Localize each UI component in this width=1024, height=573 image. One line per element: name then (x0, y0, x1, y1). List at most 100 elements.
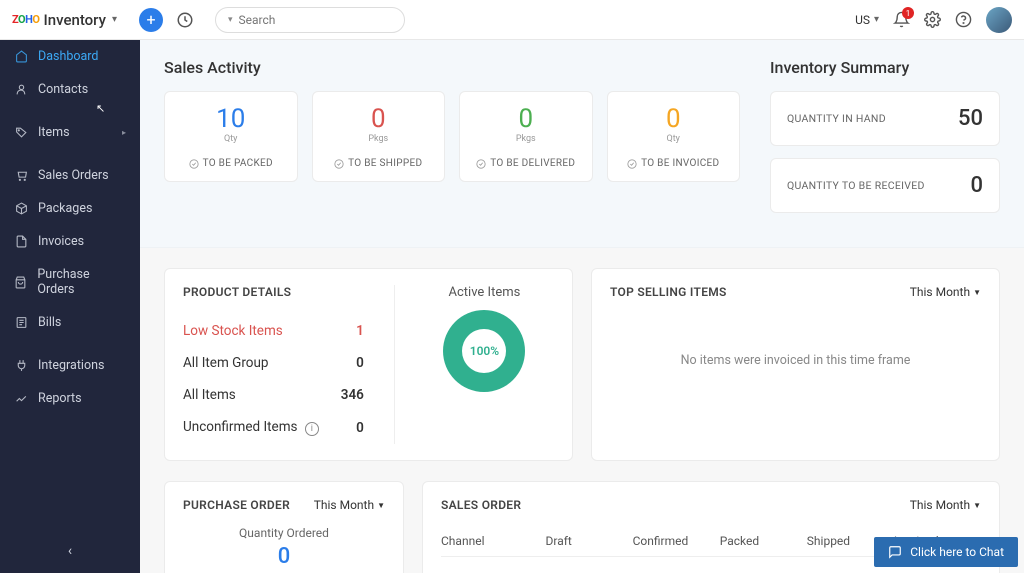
sidebar-item-invoices[interactable]: Invoices (0, 225, 140, 258)
sidebar-item-packages[interactable]: Packages (0, 192, 140, 225)
sidebar-item-dashboard[interactable]: Dashboard (0, 40, 140, 73)
home-icon (14, 50, 28, 63)
panel-title: PURCHASE ORDER (183, 498, 290, 512)
inventory-summary-title: Inventory Summary (770, 58, 1000, 77)
purchase-order-panel: PURCHASE ORDER This Month▼ Quantity Orde… (164, 481, 404, 573)
sidebar-item-label: Integrations (38, 358, 104, 373)
plug-icon (14, 359, 28, 372)
hero-section: Sales Activity 10 Qty TO BE PACKED 0 Pkg… (140, 40, 1024, 248)
sidebar-collapse-button[interactable]: ‹ (0, 537, 140, 565)
sidebar-item-sales-orders[interactable]: Sales Orders (0, 159, 140, 192)
sidebar-item-purchase-orders[interactable]: Purchase Orders (0, 258, 140, 306)
quick-create-button[interactable]: + (139, 8, 163, 32)
recent-history-button[interactable] (173, 8, 197, 32)
col-packed: Packed (720, 534, 807, 548)
item-group-row[interactable]: All Item Group 0 (183, 347, 364, 379)
check-circle-icon (334, 159, 344, 169)
activity-unit: Pkgs (321, 134, 437, 144)
activity-card-to-be-invoiced[interactable]: 0 Qty TO BE INVOICED (607, 91, 741, 182)
bag-icon (14, 276, 27, 289)
sidebar-item-contacts[interactable]: Contacts (0, 73, 140, 106)
inventory-qty-in-hand: QUANTITY IN HAND 50 (770, 91, 1000, 146)
info-icon[interactable]: i (305, 422, 319, 436)
chevron-down-icon: ▾ (112, 14, 117, 25)
low-stock-row[interactable]: Low Stock Items 1 (183, 315, 364, 347)
caret-down-icon: ▼ (377, 501, 385, 510)
package-icon (14, 202, 28, 215)
activity-card-to-be-shipped[interactable]: 0 Pkgs TO BE SHIPPED (312, 91, 446, 182)
help-button[interactable] (955, 11, 972, 28)
activity-unit: Qty (616, 134, 732, 144)
cart-icon (14, 169, 28, 182)
sidebar-item-label: Bills (38, 315, 61, 330)
avatar[interactable] (986, 7, 1012, 33)
chat-button[interactable]: Click here to Chat (874, 537, 1018, 567)
all-items-row[interactable]: All Items 346 (183, 379, 364, 411)
activity-value: 0 (468, 106, 584, 132)
sidebar-item-bills[interactable]: Bills (0, 306, 140, 339)
period-selector[interactable]: This Month▼ (910, 285, 981, 299)
check-circle-icon (627, 159, 637, 169)
active-items-donut: 100% (443, 310, 525, 392)
user-icon (14, 83, 28, 96)
panel-title: PRODUCT DETAILS (183, 285, 364, 299)
activity-value: 0 (616, 106, 732, 132)
tag-icon (14, 126, 28, 139)
search-box[interactable]: ▾ (215, 7, 405, 33)
active-items-title: Active Items (449, 285, 521, 300)
chevron-right-icon: ▸ (122, 128, 126, 137)
empty-state: No items were invoiced in this time fram… (610, 313, 981, 408)
region-selector[interactable]: US▾ (855, 13, 879, 27)
activity-card-to-be-packed[interactable]: 10 Qty TO BE PACKED (164, 91, 298, 182)
panel-title: TOP SELLING ITEMS (610, 285, 727, 299)
notifications-button[interactable]: 1 (893, 11, 910, 28)
caret-down-icon: ▼ (973, 501, 981, 510)
notification-badge: 1 (902, 7, 914, 19)
panel-title: SALES ORDER (441, 498, 521, 512)
chart-icon (14, 392, 28, 405)
col-confirmed: Confirmed (633, 534, 720, 548)
top-selling-panel: TOP SELLING ITEMS This Month▼ No items w… (591, 268, 1000, 461)
sales-activity-title: Sales Activity (164, 58, 740, 77)
caret-down-icon: ▼ (973, 288, 981, 297)
check-circle-icon (476, 159, 486, 169)
search-input[interactable] (239, 13, 395, 27)
topbar: ZOHO Inventory ▾ + ▾ US▾ 1 (0, 0, 1024, 40)
period-selector[interactable]: This Month▼ (910, 498, 981, 512)
sidebar-item-label: Sales Orders (38, 168, 109, 183)
activity-value: 10 (173, 106, 289, 132)
check-circle-icon (189, 159, 199, 169)
sidebar-item-label: Purchase Orders (37, 267, 126, 297)
col-channel: Channel (441, 534, 546, 548)
chat-icon (888, 545, 902, 559)
app-name: Inventory (44, 11, 106, 29)
qty-ordered-value: 0 (183, 544, 385, 569)
zoho-logo: ZOHO (12, 13, 40, 26)
sidebar-item-label: Dashboard (38, 49, 98, 64)
sidebar-item-label: Contacts (38, 82, 88, 97)
sidebar-item-reports[interactable]: Reports (0, 382, 140, 415)
activity-unit: Pkgs (468, 134, 584, 144)
qty-ordered-label: Quantity Ordered (183, 526, 385, 540)
activity-unit: Qty (173, 134, 289, 144)
sidebar-item-label: Items (38, 125, 70, 140)
inventory-qty-to-receive: QUANTITY TO BE RECEIVED 0 (770, 158, 1000, 213)
sidebar: Dashboard Contacts Items ▸ Sales Orders … (0, 40, 140, 573)
activity-card-to-be-delivered[interactable]: 0 Pkgs TO BE DELIVERED (459, 91, 593, 182)
product-details-panel: PRODUCT DETAILS Low Stock Items 1 All It… (164, 268, 573, 461)
main-content: Sales Activity 10 Qty TO BE PACKED 0 Pkg… (140, 40, 1024, 573)
sales-activity-cards: 10 Qty TO BE PACKED 0 Pkgs TO BE SHIPPED… (164, 91, 740, 182)
period-selector[interactable]: This Month▼ (314, 498, 385, 512)
unconfirmed-items-row[interactable]: Unconfirmed Items i 0 (183, 411, 364, 444)
activity-value: 0 (321, 106, 437, 132)
sidebar-item-items[interactable]: Items ▸ (0, 116, 140, 149)
receipt-icon (14, 316, 28, 329)
settings-button[interactable] (924, 11, 941, 28)
chevron-down-icon: ▾ (228, 15, 233, 25)
sidebar-item-label: Invoices (38, 234, 84, 249)
sidebar-item-label: Packages (38, 201, 92, 216)
sidebar-item-integrations[interactable]: Integrations (0, 349, 140, 382)
chevron-down-icon: ▾ (874, 14, 879, 25)
topbar-right: US▾ 1 (855, 7, 1012, 33)
app-switcher[interactable]: ZOHO Inventory ▾ (12, 11, 117, 29)
